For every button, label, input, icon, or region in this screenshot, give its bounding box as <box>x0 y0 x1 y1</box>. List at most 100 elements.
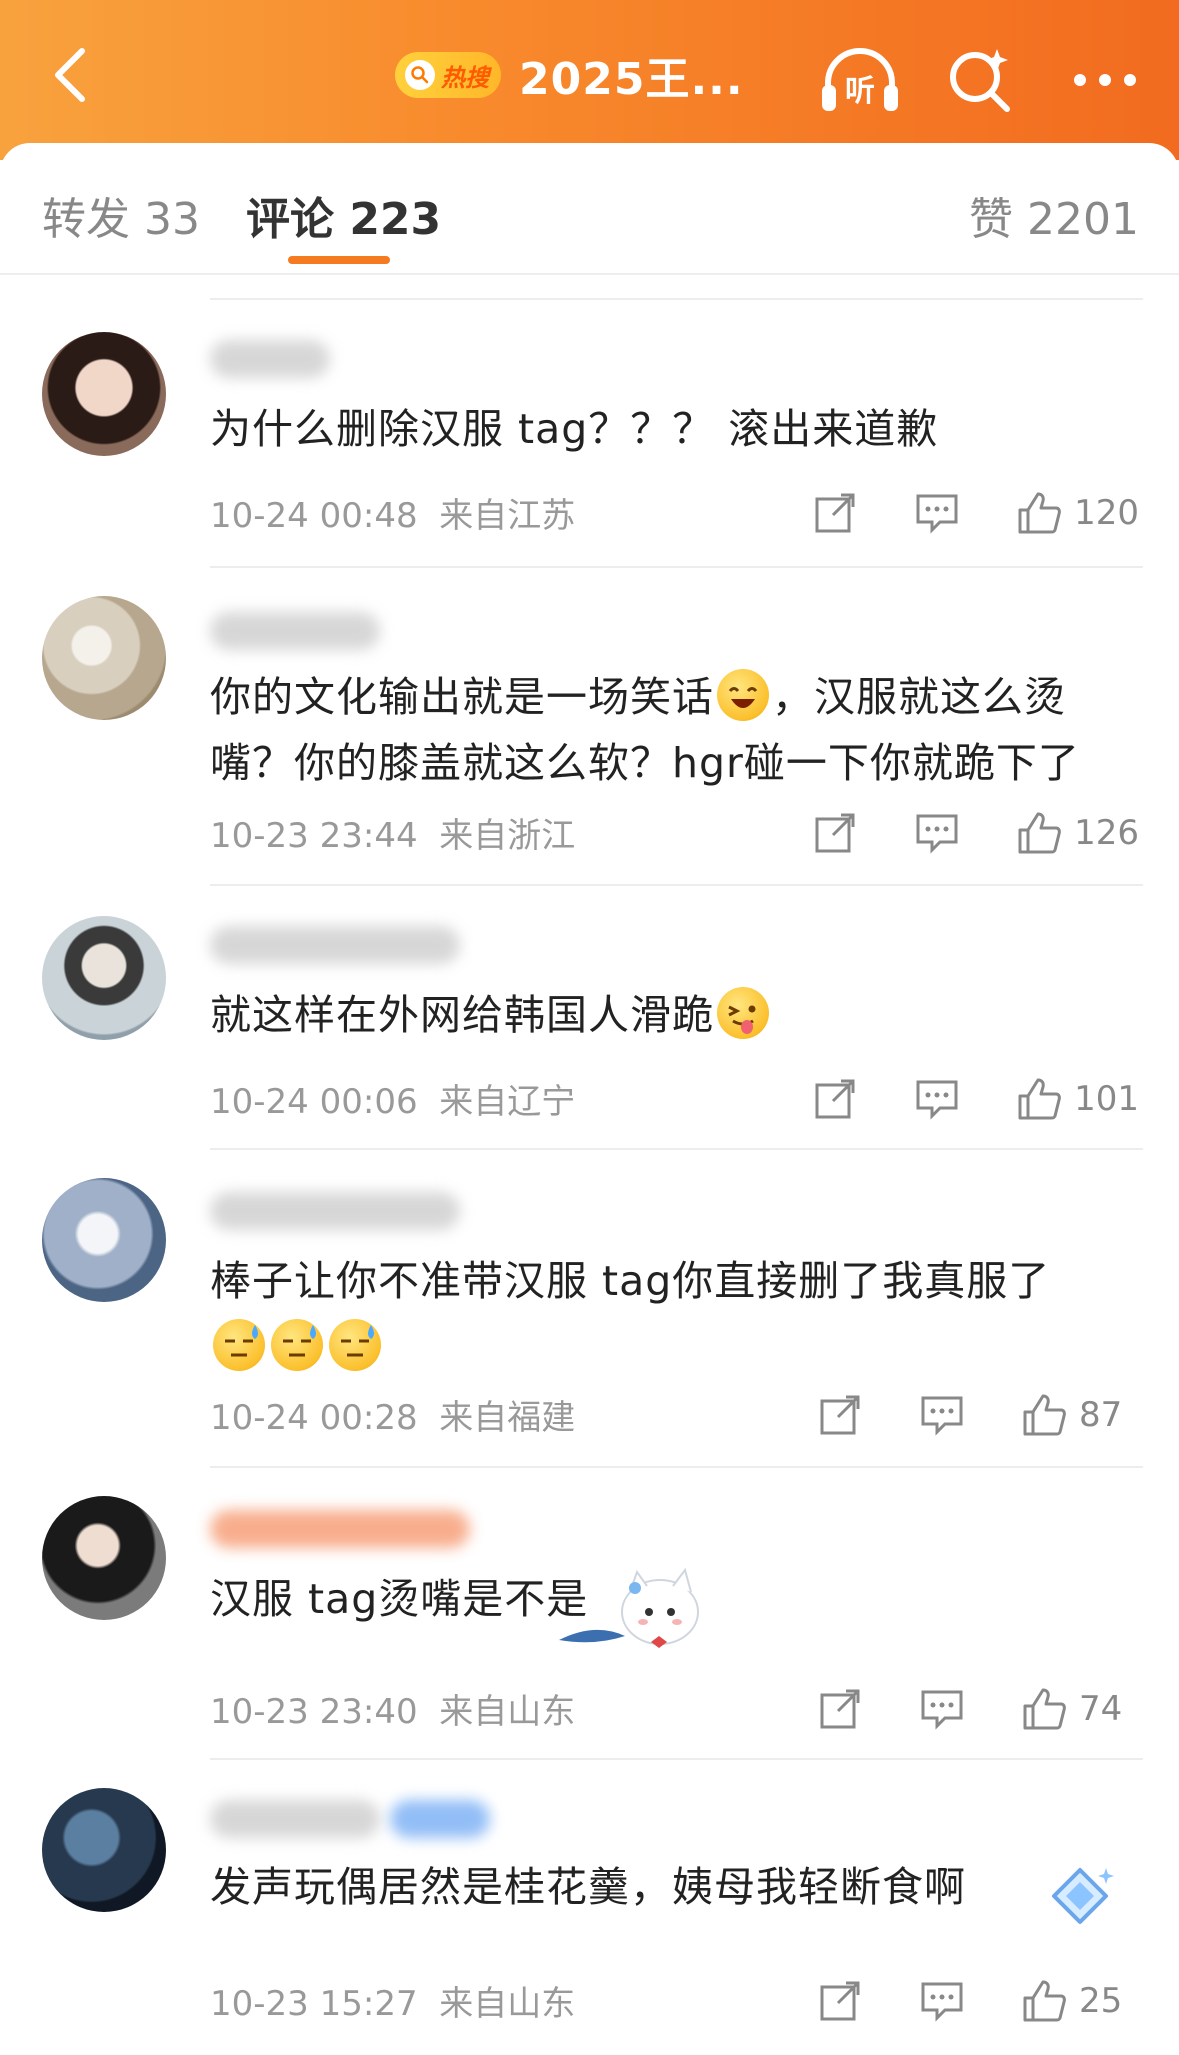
headphones-icon: 听 <box>822 48 898 111</box>
avatar[interactable] <box>42 916 166 1040</box>
more-button[interactable] <box>1060 40 1150 120</box>
share-icon <box>820 1395 860 1435</box>
username[interactable] <box>210 340 330 378</box>
comment-time: 10-23 23:44 <box>210 816 418 856</box>
comment-text-part: 棒子让你不准带汉服 tag你直接删了我真服了 <box>210 1257 1051 1305</box>
like-button[interactable] <box>1014 808 1064 858</box>
thumbs-up-icon <box>1023 1394 1066 1436</box>
tongue-wink-emoji-icon <box>717 987 769 1039</box>
comment-time: 10-23 15:27 <box>210 1984 418 2024</box>
avatar[interactable] <box>42 1496 166 1620</box>
reply-button[interactable] <box>912 488 962 538</box>
thumbs-up-icon <box>1018 492 1061 534</box>
comment-actions: 126 <box>810 808 1139 858</box>
comment-icon <box>921 1690 963 1730</box>
comment-text-part: 你的文化输出就是一场笑话 <box>210 673 714 721</box>
comment-icon <box>916 814 958 854</box>
active-tab-indicator <box>288 256 390 264</box>
tab-comments[interactable]: 评论 223 <box>246 183 441 247</box>
comment-icon <box>916 1080 958 1120</box>
tab-repost[interactable]: 转发 33 <box>42 183 200 247</box>
comment-meta: 10-24 00:28 来自福建 <box>210 1390 575 1439</box>
reply-button[interactable] <box>917 1684 967 1734</box>
share-button[interactable] <box>810 808 860 858</box>
back-button[interactable] <box>30 40 110 110</box>
username[interactable] <box>210 612 380 650</box>
like-count: 126 <box>1074 813 1139 853</box>
hot-badge-label: 热搜 <box>441 63 489 92</box>
comment-meta: 10-24 00:06 来自辽宁 <box>210 1074 575 1123</box>
comment-text-part: 就这样在外网给韩国人滑跪 <box>210 991 714 1039</box>
share-icon <box>815 813 855 853</box>
share-button[interactable] <box>810 488 860 538</box>
like-count: 25 <box>1079 1981 1123 2021</box>
like-button[interactable] <box>1014 488 1064 538</box>
comment-time: 10-24 00:28 <box>210 1398 418 1438</box>
share-icon <box>815 493 855 533</box>
search-icon <box>950 49 1010 112</box>
comment-text: 发声玩偶居然是桂花羹，姨母我轻断食啊 <box>210 1863 966 1911</box>
reply-button[interactable] <box>912 808 962 858</box>
comment-actions: 25 <box>815 1976 1139 2026</box>
tab-bar: 转发 33 评论 223 赞 2201 <box>0 143 1179 273</box>
comment-item: 发声玩偶居然是桂花羹，姨母我轻断食啊 10-23 15:27 来自山东 25 <box>0 1758 1179 2055</box>
reply-button[interactable] <box>917 1390 967 1440</box>
reply-button[interactable] <box>912 1074 962 1124</box>
comment-location: 来自福建 <box>439 1398 576 1438</box>
comment-icon <box>921 1396 963 1436</box>
like-count: 101 <box>1074 1079 1139 1119</box>
top-bar: 热搜 2025王... 听 <box>0 0 1179 160</box>
comment-item: 汉服 tag烫嘴是不是 10-23 23:40 来自山东 74 <box>0 1466 1179 1760</box>
laughing-emoji-icon <box>717 669 769 721</box>
avatar[interactable] <box>42 596 166 720</box>
like-button[interactable] <box>1019 1684 1069 1734</box>
search-icon <box>405 60 435 90</box>
avatar[interactable] <box>42 1788 166 1912</box>
reply-button[interactable] <box>917 1976 967 2026</box>
username[interactable] <box>210 1192 460 1230</box>
like-button[interactable] <box>1014 1074 1064 1124</box>
comment-meta: 10-24 00:48 来自江苏 <box>210 488 575 537</box>
comment-actions: 101 <box>810 1074 1139 1124</box>
share-button[interactable] <box>810 1074 860 1124</box>
avatar[interactable] <box>42 332 166 456</box>
username[interactable] <box>210 926 460 964</box>
tab-likes[interactable]: 赞 2201 <box>969 183 1139 247</box>
username[interactable] <box>210 1510 470 1548</box>
comment-icon <box>921 1982 963 2022</box>
share-icon <box>820 1689 860 1729</box>
comment-time: 10-24 00:48 <box>210 496 418 536</box>
like-count: 120 <box>1074 493 1139 533</box>
hot-search-badge: 热搜 <box>395 52 501 98</box>
divider <box>210 566 1143 568</box>
share-button[interactable] <box>815 1390 865 1440</box>
listen-label: 听 <box>845 74 875 109</box>
like-button[interactable] <box>1019 1976 1069 2026</box>
listen-button[interactable]: 听 <box>815 40 905 120</box>
share-button[interactable] <box>815 1684 865 1734</box>
more-icon <box>1074 74 1136 86</box>
comment-item: 棒子让你不准带汉服 tag你直接删了我真服了 10-24 00:28 来自福建 … <box>0 1148 1179 1468</box>
username[interactable] <box>210 1800 380 1838</box>
thumbs-up-icon <box>1023 1688 1066 1730</box>
comment-actions: 74 <box>815 1684 1139 1734</box>
divider <box>210 298 1143 300</box>
comment-meta: 10-23 15:27 来自山东 <box>210 1976 575 2025</box>
comment-actions: 87 <box>815 1390 1139 1440</box>
comment-time: 10-23 23:40 <box>210 1692 418 1732</box>
comment-text: 你的文化输出就是一场笑话 ，汉服就这么烫嘴？你的膝盖就这么软？hgr碰一下你就跪下… <box>210 664 1140 796</box>
comment-time: 10-24 00:06 <box>210 1082 418 1122</box>
page-title: 2025王... <box>519 54 744 105</box>
like-button[interactable] <box>1019 1390 1069 1440</box>
hot-search-title[interactable]: 热搜 2025王... <box>395 40 744 110</box>
comment-text: 棒子让你不准带汉服 tag你直接删了我真服了 <box>210 1248 1140 1380</box>
comment-location: 来自辽宁 <box>439 1082 576 1122</box>
search-button[interactable] <box>935 40 1025 120</box>
divider <box>210 884 1143 886</box>
like-count: 87 <box>1079 1395 1123 1435</box>
avatar[interactable] <box>42 1178 166 1302</box>
thumbs-up-icon <box>1018 812 1061 854</box>
share-button[interactable] <box>815 1976 865 2026</box>
comment-meta: 10-23 23:40 来自山东 <box>210 1684 575 1733</box>
sweat-emoji-icon <box>271 1319 323 1371</box>
